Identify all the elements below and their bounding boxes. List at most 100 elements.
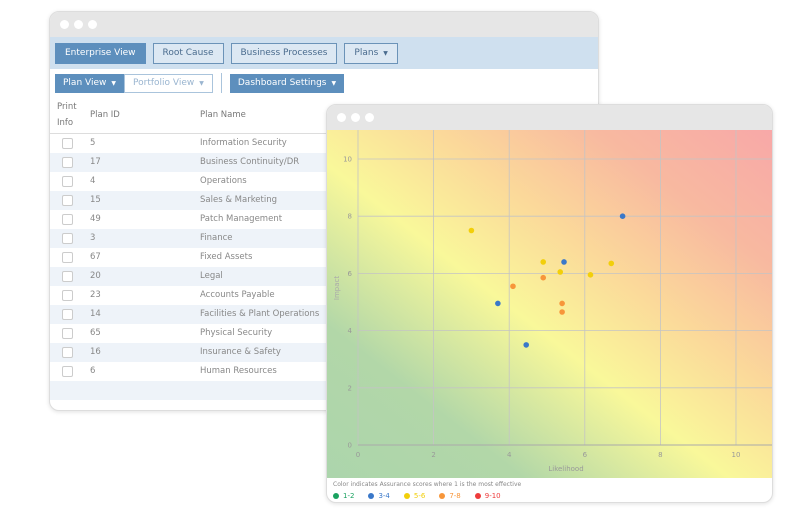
- print-checkbox[interactable]: [62, 328, 73, 339]
- plan-id: 17: [90, 157, 101, 167]
- print-checkbox[interactable]: [62, 195, 73, 206]
- print-checkbox[interactable]: [62, 252, 73, 263]
- data-point: [468, 227, 475, 234]
- x-tick-label: 0: [356, 451, 360, 459]
- window-dot[interactable]: [351, 113, 360, 122]
- plan-id: 15: [90, 195, 101, 205]
- window-dot[interactable]: [74, 20, 83, 29]
- plan-id: 3: [90, 233, 96, 243]
- x-tick-label: 6: [583, 451, 588, 459]
- legend-item[interactable]: 5-6: [403, 492, 426, 500]
- plan-name[interactable]: Sales & Marketing: [200, 195, 277, 205]
- print-checkbox[interactable]: [62, 271, 73, 282]
- root-cause-button[interactable]: Root Cause: [152, 42, 224, 64]
- print-checkbox[interactable]: [62, 233, 73, 244]
- plan-name[interactable]: Patch Management: [200, 214, 282, 224]
- risk-heatmap: 0 2 4 6 8 10 0 2 4 6 8 10 Likelihood Impact: [327, 130, 772, 478]
- data-point: [495, 300, 501, 307]
- plan-name[interactable]: Insurance & Safety: [200, 347, 281, 357]
- legend-item[interactable]: 9-10: [474, 492, 501, 500]
- chart-window: 0 2 4 6 8 10 0 2 4 6 8 10 Likelihood Impact Color ind…: [326, 104, 773, 503]
- label: Plan View: [63, 78, 107, 88]
- data-point: [561, 259, 567, 265]
- business-processes-button[interactable]: Business Processes: [230, 42, 338, 64]
- plan-name[interactable]: Information Security: [200, 138, 287, 148]
- window-dot[interactable]: [337, 113, 346, 122]
- print-checkbox[interactable]: [62, 138, 73, 149]
- window-titlebar: [327, 105, 772, 130]
- data-point: [523, 342, 530, 348]
- print-checkbox[interactable]: [62, 366, 73, 377]
- plan-id: 20: [90, 271, 101, 281]
- legend-item[interactable]: 1-2: [333, 492, 354, 500]
- plan-name[interactable]: Finance: [200, 233, 233, 243]
- print-checkbox[interactable]: [62, 157, 73, 168]
- legend-item[interactable]: 7-8: [439, 492, 461, 500]
- plan-id: 65: [90, 328, 101, 338]
- button-label: Plans: [354, 48, 379, 58]
- legend-items: 1-2 3-4 5-6 7-8 9-10: [333, 492, 768, 500]
- x-tick-label: 8: [658, 451, 662, 459]
- legend-note: Color indicates Assurance scores where 1…: [333, 481, 522, 488]
- plan-name[interactable]: Physical Security: [200, 328, 272, 338]
- window-dot[interactable]: [60, 20, 69, 29]
- plan-view-dropdown[interactable]: Plan View ▼: [55, 73, 124, 93]
- info-header: Info: [57, 118, 74, 128]
- window-dot[interactable]: [88, 20, 97, 29]
- button-label: Enterprise View: [65, 48, 136, 58]
- y-tick-label: 6: [348, 270, 353, 278]
- print-checkbox[interactable]: [62, 176, 73, 187]
- dashboard-settings-dropdown[interactable]: Dashboard Settings ▼: [229, 73, 345, 93]
- plan-id-header[interactable]: Plan ID: [90, 110, 120, 120]
- y-tick-label: 4: [348, 327, 353, 335]
- plans-dropdown[interactable]: Plans ▼: [344, 42, 398, 64]
- x-tick-label: 4: [507, 451, 512, 459]
- enterprise-view-button[interactable]: Enterprise View: [55, 42, 146, 64]
- print-checkbox[interactable]: [62, 214, 73, 225]
- legend-label: 1-2: [343, 492, 355, 500]
- y-tick-label: 2: [348, 384, 352, 392]
- data-point: [587, 272, 594, 278]
- print-checkbox[interactable]: [62, 347, 73, 358]
- print-header: Print: [57, 102, 77, 112]
- y-tick-label: 0: [348, 442, 352, 450]
- plan-name[interactable]: Accounts Payable: [200, 290, 275, 300]
- legend-dot-icon: [403, 493, 410, 499]
- caret-down-icon: ▼: [383, 49, 388, 57]
- legend-dot-icon: [368, 493, 375, 499]
- window-dot[interactable]: [365, 113, 374, 122]
- legend-label: 5-6: [413, 492, 426, 500]
- plan-name[interactable]: Operations: [200, 176, 247, 186]
- plan-name[interactable]: Facilities & Plant Operations: [200, 309, 319, 319]
- data-point: [557, 269, 564, 275]
- legend: Color indicates Assurance scores where 1…: [327, 478, 772, 502]
- caret-down-icon: ▼: [199, 79, 204, 87]
- plan-name[interactable]: Fixed Assets: [200, 252, 252, 262]
- plan-name[interactable]: Human Resources: [200, 366, 277, 376]
- plan-id: 23: [90, 290, 101, 300]
- print-checkbox[interactable]: [62, 309, 73, 320]
- data-point: [559, 300, 565, 307]
- caret-down-icon: ▼: [111, 79, 116, 87]
- print-checkbox[interactable]: [62, 290, 73, 301]
- data-point: [540, 259, 547, 265]
- y-tick-label: 10: [343, 156, 352, 164]
- plan-id: 4: [90, 176, 96, 186]
- plan-id: 6: [90, 366, 96, 376]
- caret-down-icon: ▼: [331, 79, 337, 87]
- x-tick-label: 2: [431, 451, 435, 459]
- plan-name[interactable]: Legal: [200, 271, 223, 281]
- plan-name-header[interactable]: Plan Name: [200, 110, 246, 120]
- legend-label: 7-8: [449, 492, 461, 500]
- plan-id: 14: [90, 309, 101, 319]
- legend-dot-icon: [474, 493, 481, 499]
- label: Dashboard Settings: [237, 78, 327, 88]
- button-label: Root Cause: [162, 48, 214, 58]
- button-label: Business Processes: [240, 48, 328, 58]
- x-tick-label: 10: [732, 451, 741, 459]
- window-titlebar: [50, 12, 598, 37]
- legend-item[interactable]: 3-4: [368, 492, 390, 500]
- scatter-chart: 0 2 4 6 8 10 0 2 4 6 8 10 Likelihood Impact: [333, 130, 772, 473]
- plan-name[interactable]: Business Continuity/DR: [200, 157, 299, 167]
- portfolio-view-dropdown[interactable]: Portfolio View ▼: [124, 73, 213, 93]
